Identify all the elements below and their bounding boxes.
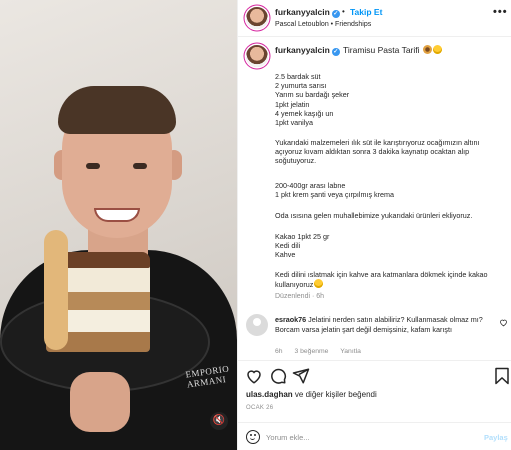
like-heart-icon[interactable] xyxy=(245,367,263,385)
more-options-icon[interactable]: ••• xyxy=(493,6,508,18)
mute-icon[interactable]: 🔇 xyxy=(210,412,228,430)
post-actions-bar xyxy=(238,360,511,390)
caption-title: Tiramisu Pasta Tarifi xyxy=(343,45,442,55)
caption-username-link[interactable]: furkanyyalcin ✓ xyxy=(275,45,340,56)
avatar[interactable] xyxy=(246,45,268,67)
ingredient-line: 2.5 bardak süt xyxy=(275,72,321,81)
person-smile xyxy=(94,208,140,222)
ingredient-line: 2 yumurta sarısı xyxy=(275,81,327,91)
add-comment-bar: Paylaş xyxy=(238,422,511,450)
burger-emoji-icon xyxy=(422,45,432,54)
layer-list: Kakao 1pkt 25 gr Kedi dili Kahve xyxy=(275,232,507,260)
comment-username[interactable]: esraok76 xyxy=(275,315,306,324)
ingredient-line: Yarım su bardağı şeker xyxy=(275,90,350,100)
author-username[interactable]: furkanyyalcin xyxy=(275,7,330,17)
comment-body: Jelatini nerden satın alabiliriz? Kullan… xyxy=(275,315,483,334)
avatar[interactable] xyxy=(246,314,268,336)
post-panel: furkanyyalcin ✓ • Takip Et Pascal Letoubl… xyxy=(237,0,511,450)
likes-rest-text: ve diğer kişiler beğendi xyxy=(294,390,377,399)
ingredients-list: 2.5 bardak süt 2 yumurta sarısı Yarım su… xyxy=(275,72,507,127)
post-caption: furkanyyalcin ✓ Tiramisu Pasta Tarifi 2.5… xyxy=(238,37,511,305)
avatar[interactable] xyxy=(246,7,268,29)
caption-step-3: Kedi dilini ıslatmak için kahve ara katm… xyxy=(275,270,507,289)
post-media[interactable]: EMPORIO ARMANI 🔇 xyxy=(0,0,237,450)
smile-emoji-icon xyxy=(432,45,442,54)
author-username-link[interactable]: furkanyyalcin ✓ xyxy=(275,7,340,18)
person-hand xyxy=(70,372,130,432)
liker-username[interactable]: ulas.daghan xyxy=(246,390,293,399)
comment-input[interactable] xyxy=(266,429,466,445)
separator-dot: • xyxy=(342,7,345,16)
smile-emoji-icon xyxy=(314,279,324,289)
comment-like-heart-icon[interactable] xyxy=(499,318,508,329)
caption-username[interactable]: furkanyyalcin xyxy=(275,45,330,55)
cream-list: 200-400gr arası labne 1 pkt krem şanti v… xyxy=(275,181,507,199)
person-hair xyxy=(58,86,176,134)
ingredient-line: Kedi dili xyxy=(275,241,301,251)
caption-step-3-text: Kedi dilini ıslatmak için kahve ara katm… xyxy=(275,270,488,290)
share-send-icon[interactable] xyxy=(292,367,310,385)
save-bookmark-icon[interactable] xyxy=(493,367,511,385)
edited-timestamp: Düzenlendi · 6h xyxy=(275,293,325,300)
post-header: furkanyyalcin ✓ • Takip Et Pascal Letoubl… xyxy=(238,0,511,37)
comment-text: esraok76 Jelatini nerden satın alabiliri… xyxy=(275,315,489,335)
ingredient-line: 1pkt vanilya xyxy=(275,118,313,128)
person-eye xyxy=(133,163,147,169)
ingredient-line: 4 yemek kaşığı un xyxy=(275,108,334,118)
audio-track-link[interactable]: Pascal Letoublon • Friendships xyxy=(275,21,371,28)
caption-step-1: Yukarıdaki malzemeleri ılık süt ile karı… xyxy=(275,138,480,166)
comment-time: 6h xyxy=(275,348,283,355)
comment-likes-count[interactable]: 3 beğenme xyxy=(294,348,328,355)
comment-meta: 6h 3 beğenme Yanıtla xyxy=(275,348,371,355)
ingredient-line: 1 pkt krem şanti veya çırpılmış krema xyxy=(275,190,395,200)
comment-item: esraok76 Jelatini nerden satın alabiliri… xyxy=(238,306,511,356)
likes-summary[interactable]: ulas.daghan ve diğer kişiler beğendi xyxy=(246,390,377,399)
comment-bubble-icon[interactable] xyxy=(269,367,287,385)
verified-badge-icon: ✓ xyxy=(331,48,340,56)
reply-button[interactable]: Yanıtla xyxy=(340,348,361,355)
ingredient-line: 200-400gr arası labne xyxy=(275,181,346,190)
post-date: OCAK 26 xyxy=(246,405,274,411)
ingredient-line: Kahve xyxy=(275,250,296,260)
tiramisu-cake-slice xyxy=(44,230,150,354)
emoji-picker-icon[interactable] xyxy=(246,430,260,444)
person-eye xyxy=(86,163,100,169)
verified-badge-icon: ✓ xyxy=(331,10,340,18)
caption-step-2: Oda ısısına gelen muhallebimize yukarıda… xyxy=(275,211,473,220)
post-comment-button[interactable]: Paylaş xyxy=(484,433,508,442)
ingredient-line: Kakao 1pkt 25 gr xyxy=(275,232,330,241)
ingredient-line: 1pkt jelatin xyxy=(275,99,310,109)
follow-button[interactable]: Takip Et xyxy=(350,7,382,17)
caption-title-text: Tiramisu Pasta Tarifi xyxy=(343,45,420,55)
